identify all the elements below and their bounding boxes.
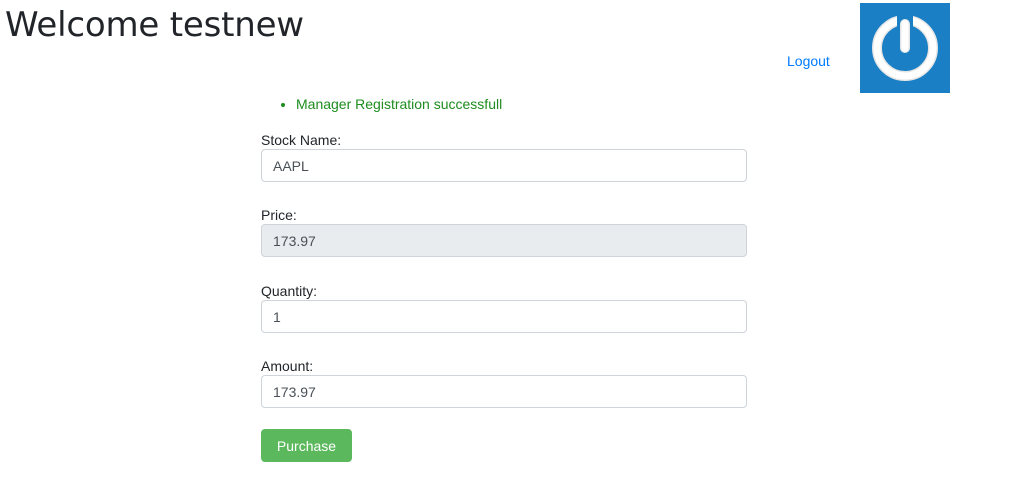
stock-name-label: Stock Name: bbox=[261, 132, 342, 148]
amount-input[interactable] bbox=[261, 375, 747, 408]
alert-message: Manager Registration successfull bbox=[296, 94, 502, 114]
page-title: Welcome testnew bbox=[5, 5, 304, 45]
stock-name-input[interactable] bbox=[261, 149, 747, 182]
alert-list: Manager Registration successfull bbox=[262, 94, 502, 114]
quantity-input[interactable] bbox=[261, 300, 747, 333]
power-icon bbox=[872, 13, 938, 81]
power-button[interactable] bbox=[860, 3, 950, 93]
purchase-button[interactable]: Purchase bbox=[261, 429, 352, 462]
price-label: Price: bbox=[261, 207, 297, 223]
amount-label: Amount: bbox=[261, 358, 314, 374]
quantity-label: Quantity: bbox=[261, 283, 318, 299]
logout-link[interactable]: Logout bbox=[787, 52, 830, 70]
price-input[interactable] bbox=[261, 224, 747, 257]
